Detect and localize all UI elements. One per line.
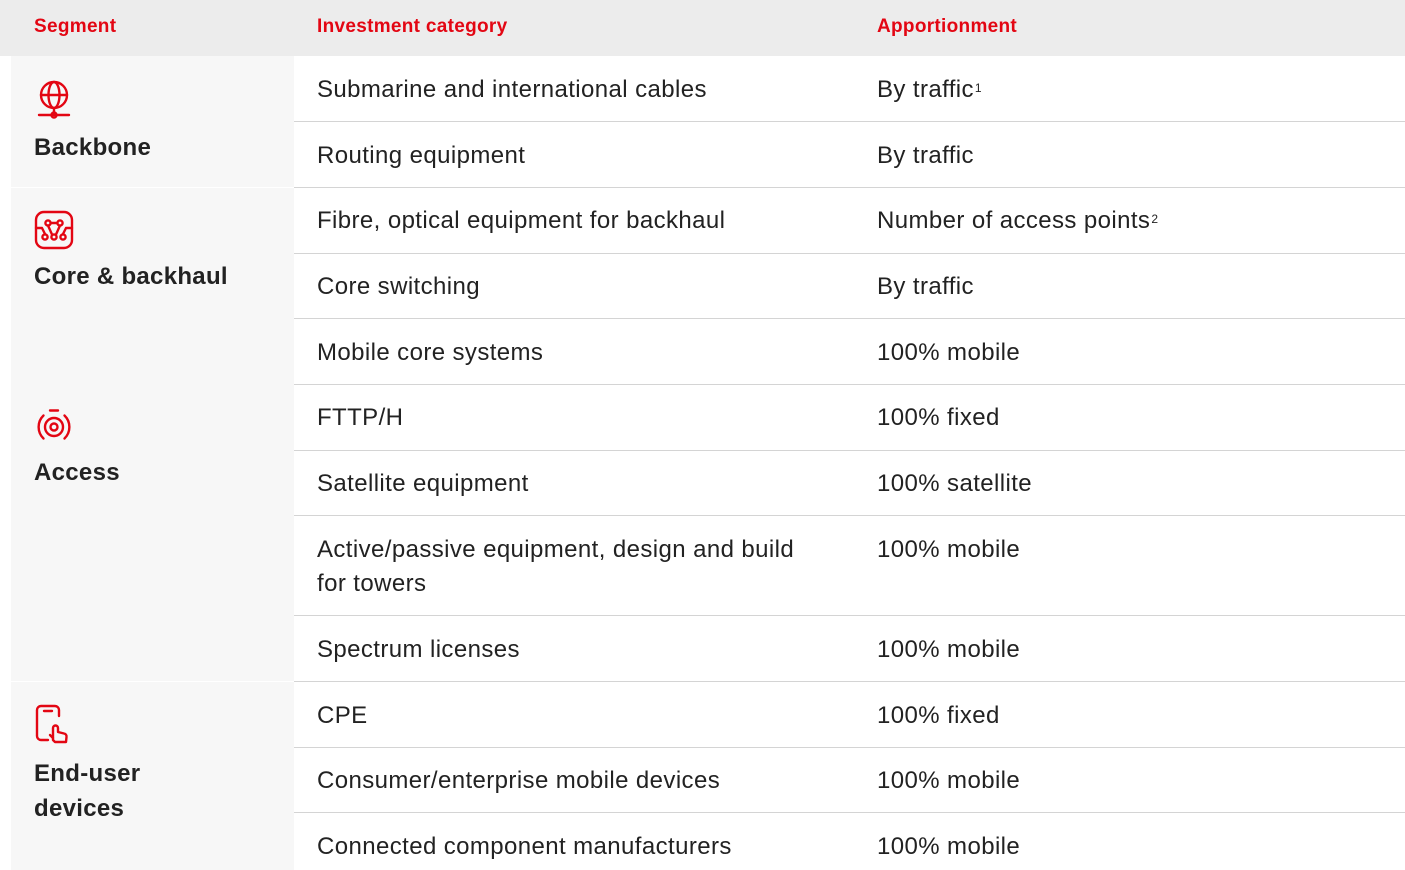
apportionment-cell: By traffic1 — [877, 73, 1397, 107]
table-row: Submarine and international cables By tr… — [294, 56, 1405, 122]
table-header: Segment Investment category Apportionmen… — [0, 0, 1405, 56]
segment-label: Backbone — [34, 134, 152, 161]
apportionment-cell: 100% mobile — [877, 339, 1021, 366]
category-cell: Connected component manufacturers — [317, 833, 732, 860]
table-row: Consumer/enterprise mobile devices 100% … — [294, 748, 1405, 813]
segment-core-backhaul: Core & backhaul — [11, 188, 294, 385]
table-row: Fibre, optical equipment for backhaul Nu… — [294, 188, 1405, 254]
apportionment-cell: 100% mobile — [877, 833, 1021, 860]
segment-access: Access — [11, 385, 294, 681]
table-row: Connected component manufacturers 100% m… — [294, 813, 1405, 870]
table-row: Satellite equipment 100% satellite — [294, 451, 1405, 516]
category-cell: Mobile core systems — [317, 339, 544, 366]
category-cell: Consumer/enterprise mobile devices — [317, 767, 721, 794]
apportionment-cell: By traffic — [877, 273, 974, 300]
category-cell: Submarine and international cables — [317, 76, 707, 103]
mobile-touch-icon — [34, 704, 74, 744]
table-row: Active/passive equipment, design and bui… — [294, 516, 1405, 616]
segment-label: Core & backhaul — [34, 263, 228, 290]
broadcast-signal-icon — [34, 407, 74, 447]
apportionment-cell: 100% fixed — [877, 404, 1000, 431]
category-cell: Satellite equipment — [317, 470, 529, 497]
table-row: Spectrum licenses 100% mobile — [294, 616, 1405, 682]
category-cell: Routing equipment — [317, 142, 526, 169]
category-cell: CPE — [317, 702, 368, 729]
table-row: CPE 100% fixed — [294, 682, 1405, 748]
table-row: FTTP/H 100% fixed — [294, 385, 1405, 451]
category-cell: Spectrum licenses — [317, 636, 520, 663]
segment-label: End-user devices — [34, 760, 141, 822]
category-cell: Core switching — [317, 273, 480, 300]
category-cell: Fibre, optical equipment for backhaul — [317, 207, 726, 234]
apportionment-value: Number of access points — [877, 207, 1151, 234]
apportionment-cell: 100% mobile — [877, 767, 1021, 794]
category-cell: Active/passive equipment, design and bui… — [317, 536, 795, 597]
apportionment-cell: By traffic — [877, 142, 974, 169]
circuit-board-icon — [34, 210, 74, 250]
table-row: Core switching By traffic — [294, 254, 1405, 319]
apportionment-value: By traffic — [877, 76, 974, 103]
apportionment-cell: Number of access points2 — [877, 204, 1397, 238]
table-row: Mobile core systems 100% mobile — [294, 319, 1405, 385]
header-segment: Segment — [34, 16, 117, 37]
apportionment-cell: 100% mobile — [877, 536, 1021, 563]
apportionment-cell: 100% satellite — [877, 470, 1033, 497]
segment-end-user-devices: End-user devices — [11, 682, 294, 870]
header-category: Investment category — [317, 16, 508, 37]
header-apportionment: Apportionment — [877, 16, 1018, 37]
globe-pin-icon — [34, 80, 74, 120]
category-cell: FTTP/H — [317, 404, 404, 431]
footnote-marker: 1 — [974, 81, 982, 95]
apportionment-cell: 100% mobile — [877, 636, 1021, 663]
segment-backbone: Backbone — [11, 56, 294, 187]
investment-table: Segment Investment category Apportionmen… — [0, 0, 1405, 870]
segment-label: Access — [34, 459, 120, 486]
footnote-marker: 2 — [1151, 212, 1159, 226]
table-row: Routing equipment By traffic — [294, 122, 1405, 188]
apportionment-cell: 100% fixed — [877, 702, 1000, 729]
